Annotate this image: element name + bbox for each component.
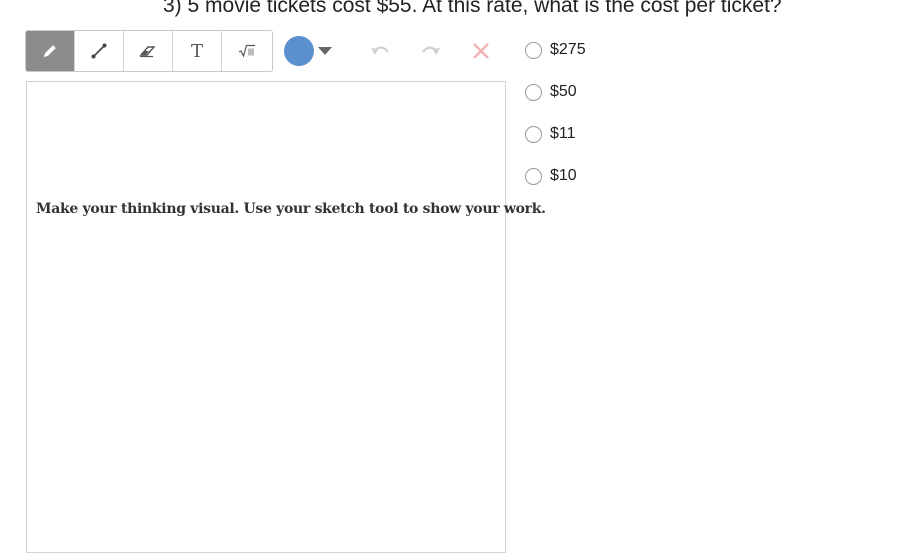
choice-label: $11	[550, 125, 576, 142]
line-icon	[91, 43, 107, 59]
color-picker[interactable]	[284, 36, 332, 66]
radio-button[interactable]	[525, 83, 542, 101]
choice-label: $275	[550, 41, 586, 58]
canvas-prompt: Make your thinking visual. Use your sket…	[36, 201, 546, 217]
choice-11[interactable]: $11	[525, 123, 586, 165]
clear-button[interactable]	[468, 38, 494, 64]
choice-label: $50	[550, 83, 577, 100]
choice-50[interactable]: $50	[525, 81, 586, 123]
sketch-toolbar: T	[25, 30, 273, 72]
undo-icon	[371, 46, 389, 55]
question-text: 3) 5 movie tickets cost $55. At this rat…	[163, 0, 782, 17]
eraser-icon	[139, 46, 156, 58]
pencil-tool-button[interactable]	[26, 31, 75, 71]
clear-icon	[473, 43, 489, 59]
math-icon	[238, 44, 255, 58]
radio-button[interactable]	[525, 41, 542, 59]
redo-icon	[422, 46, 440, 55]
sketch-canvas[interactable]: Make your thinking visual. Use your sket…	[26, 81, 546, 553]
answer-choices: $275 $50 $11 $10	[525, 39, 586, 207]
text-icon: T	[190, 40, 203, 62]
radio-button[interactable]	[525, 167, 542, 185]
math-tool-button[interactable]	[222, 31, 272, 71]
text-tool-button[interactable]: T	[173, 31, 222, 71]
eraser-tool-button[interactable]	[124, 31, 173, 71]
choice-10[interactable]: $10	[525, 165, 586, 207]
pencil-icon	[44, 45, 56, 57]
choice-275[interactable]: $275	[525, 39, 586, 81]
undo-button[interactable]	[367, 38, 393, 64]
chevron-down-icon[interactable]	[318, 47, 332, 55]
redo-button[interactable]	[418, 38, 444, 64]
radio-button[interactable]	[525, 125, 542, 143]
color-swatch[interactable]	[284, 36, 314, 66]
choice-label: $10	[550, 167, 577, 184]
line-tool-button[interactable]	[75, 31, 124, 71]
